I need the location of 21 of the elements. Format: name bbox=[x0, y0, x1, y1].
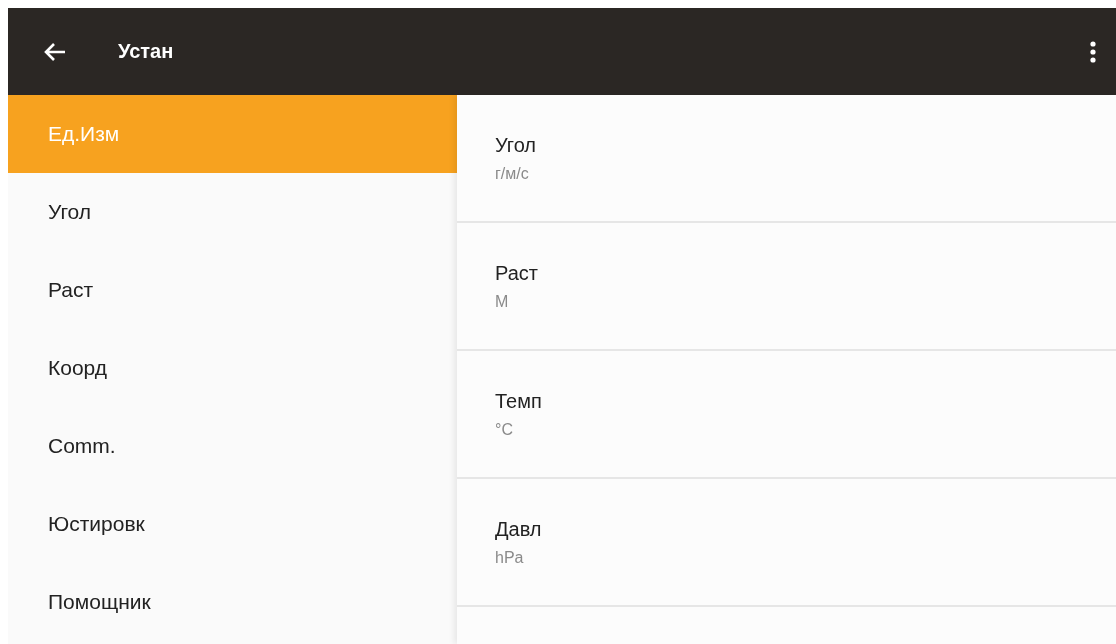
setting-title: Угол bbox=[495, 133, 537, 157]
sidebar-item[interactable]: Коорд bbox=[8, 329, 457, 407]
setting-title: Давл bbox=[495, 517, 543, 541]
setting-value: г/м/с bbox=[495, 164, 530, 183]
setting-value: hPa bbox=[495, 548, 525, 567]
settings-row[interactable]: Темп °C bbox=[457, 351, 1116, 479]
sidebar-item[interactable]: Помощник bbox=[8, 563, 457, 641]
settings-row[interactable]: Раст М bbox=[457, 223, 1116, 351]
settings-row[interactable]: Давл hPa bbox=[457, 479, 1116, 607]
setting-value: °C bbox=[495, 420, 514, 439]
back-arrow-icon bbox=[44, 41, 66, 62]
setting-value: М bbox=[495, 292, 510, 311]
setting-title: Раст bbox=[495, 261, 539, 285]
app-bar-title: Устан bbox=[118, 40, 175, 63]
more-vertical-icon bbox=[1090, 40, 1096, 63]
sidebar-item[interactable]: Раст bbox=[8, 251, 457, 329]
settings-row[interactable]: Угол г/м/с bbox=[457, 95, 1116, 223]
sidebar-item[interactable]: Comm. bbox=[8, 407, 457, 485]
sidebar-item[interactable]: Угол bbox=[8, 173, 457, 251]
setting-title: Темп bbox=[495, 389, 543, 413]
sidebar-item[interactable]: Юстировк bbox=[8, 485, 457, 563]
